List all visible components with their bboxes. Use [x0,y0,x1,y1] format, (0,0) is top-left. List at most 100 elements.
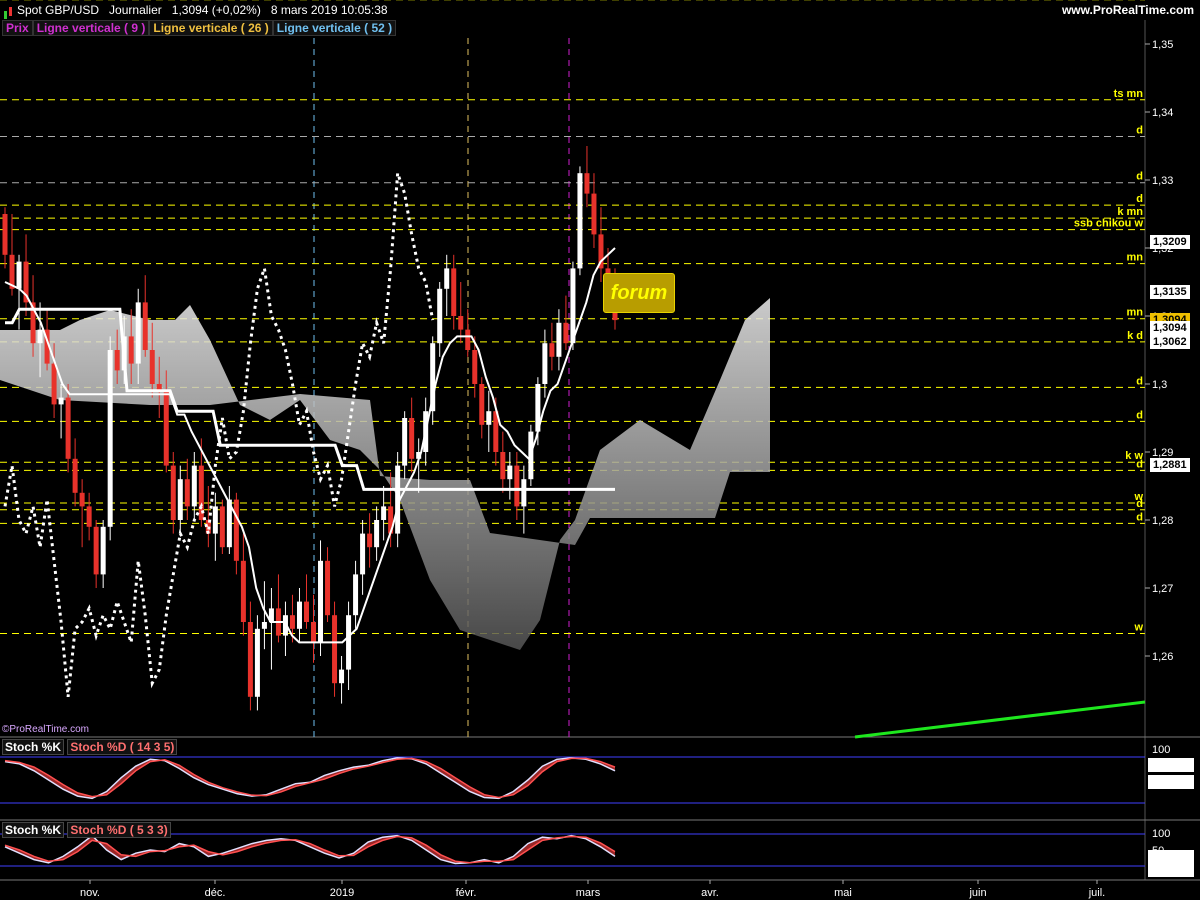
price-label: 1,3094 [1150,320,1190,335]
forum-annotation[interactable]: forum [603,273,675,313]
level-label: d [1136,375,1143,387]
level-label: mn [1127,252,1144,264]
level-label: d [1136,171,1143,183]
candle-body [472,350,478,384]
stoch-axis-label: 100 [1152,744,1170,756]
x-tick-label: juil. [1088,887,1106,899]
candle-body [374,520,380,548]
candle-body [591,193,597,235]
x-tick-label: nov. [80,887,100,899]
candle-body [542,343,548,384]
candle-body [114,350,120,371]
candle-body [254,628,260,697]
y-tick-label: 1,34 [1152,107,1173,119]
price-label: 1,3209 [1150,234,1190,249]
candle-body [79,492,85,507]
stoch-value-label: 23,892 [1150,852,1184,864]
stoch-value-label: 20,020 [1150,865,1184,877]
price-chart[interactable]: 1,351,341,331,321,311,31,291,281,271,26n… [0,0,1200,900]
price-label: 1,3135 [1150,285,1190,300]
price-label: 1,2881 [1150,457,1190,472]
x-tick-label: 2019 [330,887,354,899]
stoch1-k-line [4,757,616,800]
candle-body [37,329,43,344]
level-label: w [1133,622,1143,634]
stoch1-d-line [4,757,616,799]
candle-body [332,615,338,684]
candle-body [486,411,492,425]
y-tick-label: 1,28 [1152,515,1173,527]
candle-body [100,526,106,575]
candle-body [289,615,295,629]
stoch1-label: Stoch %K Stoch %D ( 14 3 5) [2,739,178,755]
candle-body [570,268,576,344]
level-label: k mn [1117,206,1143,218]
candle-body [51,363,57,405]
y-tick-label: 1,26 [1152,651,1173,663]
stoch2-d-label: Stoch %D ( 5 3 3) [67,822,171,838]
candle-body [107,350,113,527]
candle-body [437,288,443,344]
candle-body [296,601,302,629]
x-tick-label: févr. [456,887,477,899]
candle-body [360,533,366,575]
candle-body [303,601,309,622]
candle-body [514,465,520,507]
candle-body [563,322,569,344]
y-tick-label: 1,27 [1152,583,1173,595]
candle-body [86,506,92,527]
candle-body [409,418,415,459]
stoch-value-label: 52,366 [1150,777,1184,789]
candle-body [135,302,141,364]
level-label: d [1136,409,1143,421]
candle-body [367,533,373,548]
candle-body [58,397,64,405]
candle-body [521,479,527,507]
x-tick-label: mars [576,887,601,899]
green-trendline [854,700,1146,739]
price-label: 1,3062 [1150,334,1190,349]
candle-body [2,214,8,255]
candle-body [577,173,583,269]
candle-body [142,302,148,350]
candle-body [500,452,506,480]
candle-body [128,336,134,364]
candle-body [549,343,555,357]
candle-body [261,622,267,629]
candle-body [170,465,176,520]
candle-body [507,465,513,480]
candle-body [311,622,317,643]
y-tick-label: 1,3 [1152,379,1167,391]
candle-body [381,506,387,520]
level-label: d [1136,498,1143,510]
candle-body [16,261,22,289]
candle-body [451,268,457,316]
level-label: ts mn [1114,88,1144,100]
candle-body [353,574,359,616]
candle-body [465,329,471,350]
level-label: mn [1127,307,1144,319]
x-tick-label: juin [968,887,986,899]
candle-body [149,350,155,384]
stoch1-k-label: Stoch %K [2,739,65,755]
candle-body [65,397,71,459]
candle-body [444,268,450,289]
stoch-axis-label: 100 [1152,828,1170,840]
candle-body [346,615,352,670]
level-label: d [1136,193,1143,205]
level-label: d [1136,124,1143,136]
stoch2-k-label: Stoch %K [2,822,65,838]
candle-body [191,465,197,507]
level-label: k d [1127,330,1143,342]
candle-body [247,622,253,697]
candle-body [240,560,246,622]
candle-body [212,506,218,534]
level-label: d [1136,511,1143,523]
candle-body [177,479,183,520]
candle-body [339,669,345,684]
candle-body [219,506,225,548]
stoch-value-label: 65,738 [1150,760,1184,772]
x-tick-label: déc. [205,887,226,899]
y-tick-label: 1,33 [1152,175,1173,187]
candle-body [163,390,169,466]
